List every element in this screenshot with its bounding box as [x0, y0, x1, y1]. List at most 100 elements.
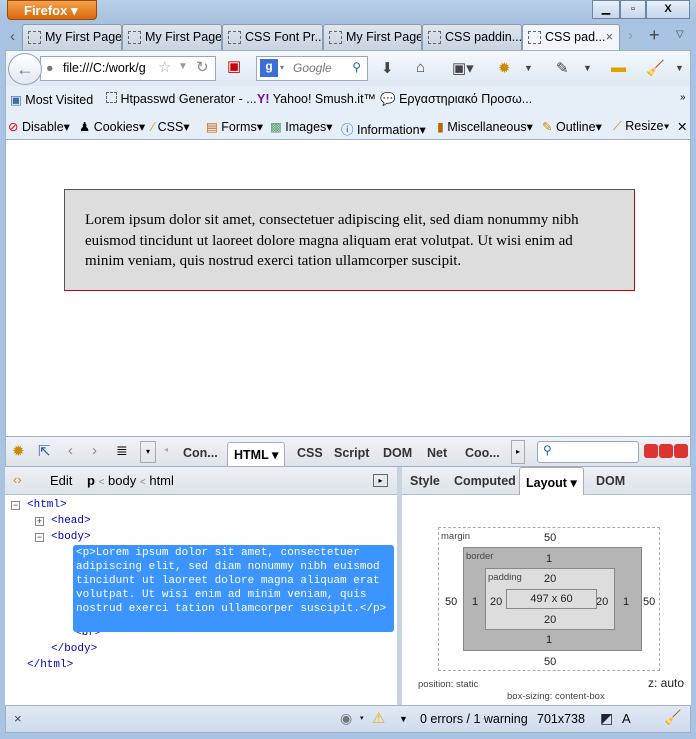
globe-icon[interactable]: ◉ — [340, 710, 352, 727]
bookmarks-toolbar: ▣ Most Visited Htpasswd Generator - ... … — [5, 86, 691, 113]
minimize-button[interactable]: ▁ — [592, 0, 620, 19]
breadcrumb-html[interactable]: html — [149, 473, 174, 488]
colorpicker-icon[interactable]: ✎ — [556, 59, 569, 77]
menu-miscellaneous[interactable]: ▮ Miscellaneous▾ — [437, 119, 533, 134]
navigation-toolbar: ● file:///C:/work/g ← ☆ ▼ ↻ ▣ g ▾ Google ⚲ ⬇… — [5, 50, 691, 86]
warning-icon[interactable]: ⚠ — [372, 709, 385, 727]
code-toggle-icon[interactable]: ‹› — [13, 472, 22, 487]
firebug-search-input[interactable]: ⚲ — [537, 441, 639, 463]
tab[interactable]: My First Page — [22, 24, 122, 50]
tabs-right-icon[interactable]: ▸ — [511, 440, 525, 464]
node-p-selected[interactable]: <p>Lorem ipsum dolor sit amet, consectet… — [73, 545, 394, 632]
ruler-icon[interactable]: ▬ — [611, 59, 626, 76]
bookmark-yahoo-smush[interactable]: Y! Yahoo! Smush.it™ — [257, 92, 376, 106]
tab[interactable]: My First Page — [323, 24, 422, 50]
menu-forms[interactable]: ▤ Forms▾ — [206, 119, 263, 134]
collapse-icon[interactable]: − — [35, 533, 44, 542]
menu-dropdown-icon[interactable]: ▼ — [675, 63, 684, 73]
search-icon[interactable]: ⚲ — [352, 60, 361, 74]
tabs-scroll-right-icon[interactable]: › — [628, 27, 633, 44]
menu-information[interactable]: ⓘ Information▾ — [341, 119, 426, 138]
bookmark-htpasswd[interactable]: Htpasswd Generator - ... — [106, 92, 257, 106]
forward-icon[interactable]: › — [92, 442, 97, 459]
close-tab-icon[interactable]: × — [606, 30, 613, 44]
firebug-dropdown-icon[interactable]: ▼ — [524, 63, 533, 73]
search-input[interactable]: g ▾ Google ⚲ — [256, 56, 368, 81]
tab-script[interactable]: Script — [328, 442, 375, 466]
breadcrumb-body[interactable]: body — [108, 473, 136, 488]
menu-resize[interactable]: ⟋ Resize▾ — [613, 119, 670, 134]
detach-firebug-icon[interactable] — [659, 444, 673, 458]
page-icon — [428, 31, 441, 44]
tab[interactable]: My First Page — [122, 24, 222, 50]
broom-icon[interactable]: 🧹 — [664, 709, 681, 726]
inspect-icon[interactable]: ⇱ — [38, 442, 51, 460]
bookmark-star-icon[interactable]: ☆ — [158, 58, 171, 76]
tab-css[interactable]: CSS — [291, 442, 329, 466]
url-bar[interactable]: ● file:///C:/work/g — [40, 56, 216, 81]
engine-dropdown-icon[interactable]: ▾ — [280, 63, 284, 72]
minimize-firebug-icon[interactable] — [644, 444, 658, 458]
close-window-button[interactable]: X — [646, 0, 690, 19]
new-tab-icon[interactable]: + — [649, 25, 660, 46]
close-firebug-icon[interactable] — [674, 444, 688, 458]
expand-icon[interactable]: + — [35, 517, 44, 526]
window-size: 701x738 — [537, 712, 585, 726]
tab[interactable]: CSS paddin... — [422, 24, 522, 50]
colorpicker-dropdown-icon[interactable]: ▼ — [583, 63, 592, 73]
reload-icon[interactable]: ↻ — [196, 58, 209, 76]
node-head[interactable]: <head> — [51, 515, 91, 527]
tab-computed[interactable]: Computed — [448, 470, 522, 494]
bookmark-most-visited[interactable]: ▣ Most Visited — [10, 92, 93, 107]
tab[interactable]: CSS Font Pr... — [222, 24, 323, 50]
tabs-scroll-left-icon[interactable]: ‹ — [10, 28, 15, 45]
speed-icon[interactable]: ◩ — [600, 710, 613, 727]
tab-console[interactable]: Con... — [177, 442, 224, 466]
tools-icon[interactable]: ✕ — [677, 119, 687, 134]
history-dropdown-icon[interactable]: ▼ — [178, 61, 188, 72]
home-icon[interactable]: ⌂ — [416, 59, 425, 76]
firefox-menu-button[interactable]: Firefox ▾ — [7, 0, 97, 20]
back-icon[interactable]: ‹ — [68, 442, 73, 459]
menu-images[interactable]: ▩ Images▾ — [270, 119, 333, 134]
back-button[interactable]: ← — [8, 53, 42, 85]
edit-button[interactable]: Edit — [50, 473, 72, 488]
tab-style[interactable]: Style — [404, 470, 446, 494]
firebug-icon[interactable]: ✹ — [498, 59, 511, 77]
tabs-left-icon[interactable]: ◂ — [164, 445, 168, 454]
tab-dom[interactable]: DOM — [377, 442, 418, 466]
tab-net[interactable]: Net — [421, 442, 453, 466]
firebug-icon[interactable]: ✹ — [12, 442, 25, 460]
collapse-icon[interactable]: − — [11, 501, 20, 510]
tab-html[interactable]: HTML ▾ — [227, 442, 286, 466]
more-bookmarks-icon[interactable]: » — [680, 92, 686, 103]
panel-menu-icon[interactable]: ≣ — [116, 442, 128, 459]
breadcrumb-p[interactable]: p — [87, 473, 95, 488]
downloads-icon[interactable]: ⬇ — [381, 59, 394, 77]
menu-disable[interactable]: ⊘ Disable▾ — [8, 119, 70, 134]
expand-side-panel-icon[interactable]: ▸ — [373, 474, 388, 487]
menu-css[interactable]: ⁄ CSS▾ — [152, 119, 190, 134]
error-count[interactable]: 0 errors / 1 warning — [420, 712, 528, 726]
bookmark-greek[interactable]: 💬 Εργαστηριακό Προσω... — [380, 92, 532, 107]
a-indicator[interactable]: A — [622, 711, 631, 726]
html-panel-header: ‹› Edit p < body < html ▸ — [5, 467, 397, 495]
tab-dom-side[interactable]: DOM — [590, 470, 631, 494]
tab-layout[interactable]: Layout ▾ — [519, 467, 584, 495]
list-tabs-icon[interactable]: ▽ — [676, 29, 684, 40]
padding-box: padding 20 20 20 20 497 x 60 — [485, 568, 615, 630]
menu-outline[interactable]: ✎ Outline▾ — [542, 119, 602, 134]
dropdown-icon[interactable]: ▼ — [399, 714, 408, 724]
dropdown-icon[interactable]: ▾ — [360, 714, 364, 722]
menu-cookies[interactable]: ♟ Cookies▾ — [79, 119, 145, 134]
broom-icon[interactable]: 🧹 — [646, 59, 665, 77]
tab-active[interactable]: CSS pad... × — [522, 24, 620, 51]
panel-dropdown-icon[interactable]: ▾ — [140, 441, 156, 463]
bookmarks-menu-icon[interactable]: ▣▾ — [452, 59, 474, 77]
maximize-button[interactable]: ▫ — [620, 0, 646, 19]
close-addon-bar-button[interactable]: × — [14, 711, 22, 726]
addon-icon[interactable]: ▣ — [227, 57, 241, 75]
node-html[interactable]: <html> — [27, 499, 67, 511]
node-body[interactable]: <body> — [51, 531, 91, 543]
tab-cookies[interactable]: Coo... — [459, 442, 506, 466]
